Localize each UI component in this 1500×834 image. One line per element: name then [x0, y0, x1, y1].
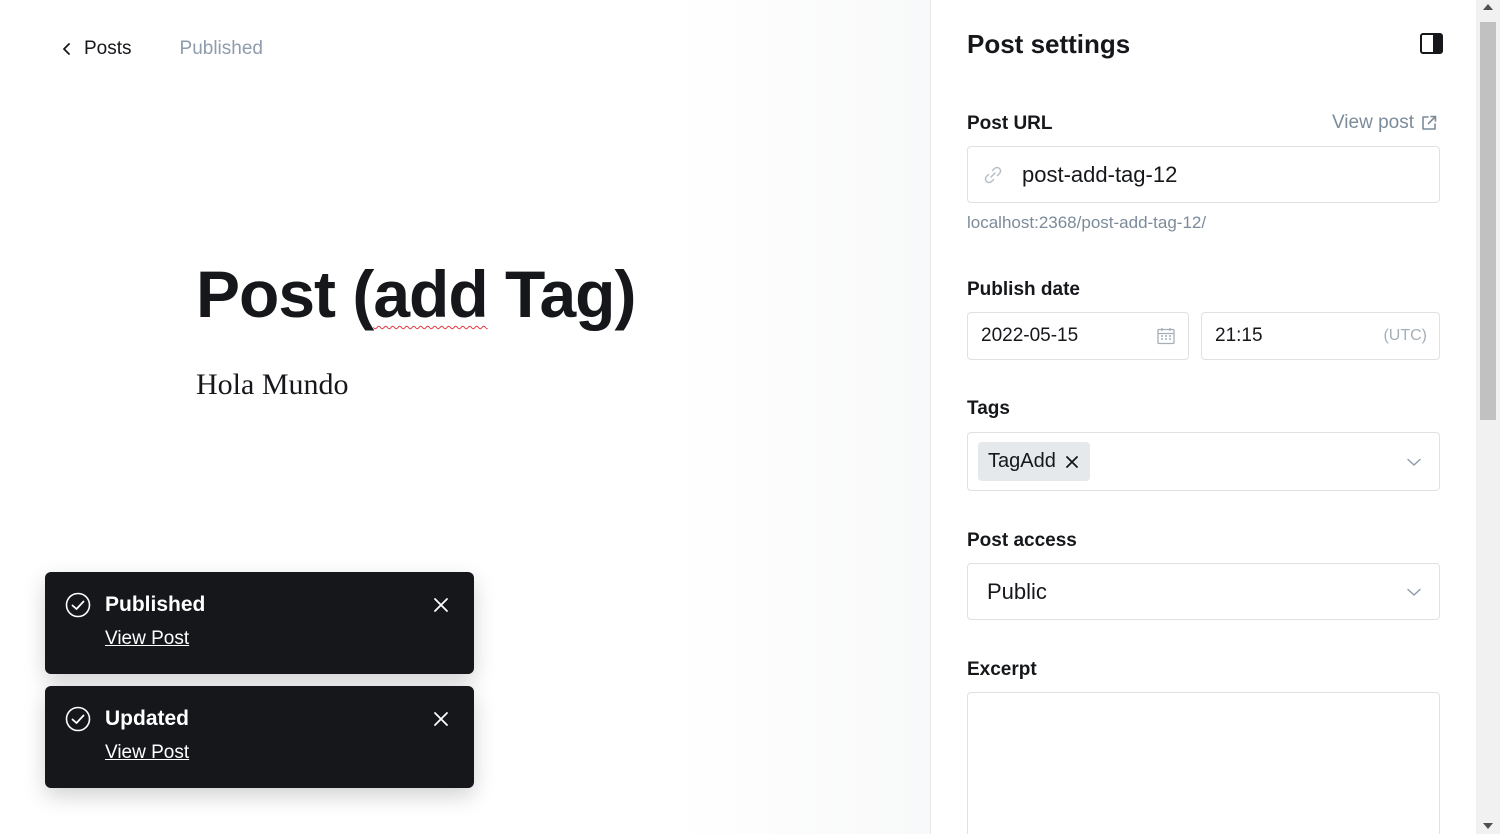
check-circle-icon [65, 706, 91, 732]
scroll-up-arrow-icon[interactable] [1483, 4, 1493, 10]
tags-label: Tags [967, 398, 1010, 419]
post-url-preview: localhost:2368/post-add-tag-12/ [967, 213, 1207, 232]
tag-chip[interactable]: TagAdd [978, 442, 1090, 481]
toast-title: Published [105, 593, 206, 616]
back-label: Posts [84, 38, 132, 59]
link-icon [984, 166, 1002, 183]
toast-updated: Updated View Post [45, 686, 474, 788]
excerpt-textarea[interactable] [968, 693, 1439, 834]
scroll-down-arrow-icon[interactable] [1483, 823, 1493, 829]
view-post-label: View post [1331, 112, 1414, 133]
publish-time-field[interactable]: (UTC) [1201, 312, 1440, 360]
excerpt-label: Excerpt [967, 659, 1037, 680]
panel-title: Post settings [967, 29, 1131, 59]
post-title-misspelled-word: add [373, 257, 488, 331]
back-to-posts-link[interactable]: Posts [58, 38, 132, 60]
post-title-text-start: Post ( [196, 257, 374, 331]
toast-view-post-link[interactable]: View Post [105, 742, 189, 764]
close-icon[interactable] [432, 710, 450, 728]
view-post-link[interactable]: View post [1332, 112, 1438, 134]
publish-date-input[interactable] [981, 325, 1131, 347]
post-body[interactable]: Hola Mundo [196, 368, 349, 402]
excerpt-field[interactable] [967, 692, 1440, 834]
tag-chip-label: TagAdd [988, 450, 1056, 472]
chevron-down-icon [1407, 588, 1421, 596]
external-link-icon [1422, 115, 1437, 130]
timezone-label: (UTC) [1383, 327, 1427, 344]
sidebar-toggle-icon[interactable] [1419, 31, 1445, 57]
post-access-select[interactable]: Public [967, 563, 1440, 620]
scrollbar[interactable] [1476, 0, 1500, 834]
post-title[interactable]: Post (add Tag) [196, 256, 636, 332]
toast-title: Updated [105, 707, 189, 730]
post-url-field[interactable] [967, 146, 1440, 203]
publish-date-label: Publish date [967, 279, 1080, 300]
post-settings-panel: Post settings Post URL View post localho… [930, 0, 1476, 834]
chevron-down-icon[interactable] [1405, 453, 1423, 471]
post-access-label: Post access [967, 530, 1077, 551]
editor-topbar: Posts Published [58, 32, 263, 66]
chevron-left-icon [63, 43, 70, 55]
post-url-input[interactable] [1022, 161, 1422, 188]
publish-date-field[interactable] [967, 312, 1189, 360]
post-url-label: Post URL [967, 113, 1053, 134]
toast-view-post-link[interactable]: View Post [105, 628, 189, 650]
editor-shade [670, 0, 930, 834]
tags-field[interactable]: TagAdd [967, 432, 1440, 491]
publish-time-input[interactable] [1215, 325, 1335, 347]
close-icon[interactable] [432, 596, 450, 614]
post-access-value: Public [987, 578, 1047, 604]
scrollbar-thumb[interactable] [1480, 22, 1496, 420]
remove-tag-icon[interactable] [1064, 454, 1080, 470]
toast-published: Published View Post [45, 572, 474, 674]
calendar-icon[interactable] [1156, 326, 1176, 346]
post-status: Published [179, 38, 263, 59]
post-title-text-end: Tag) [487, 257, 636, 331]
check-circle-icon [65, 592, 91, 618]
